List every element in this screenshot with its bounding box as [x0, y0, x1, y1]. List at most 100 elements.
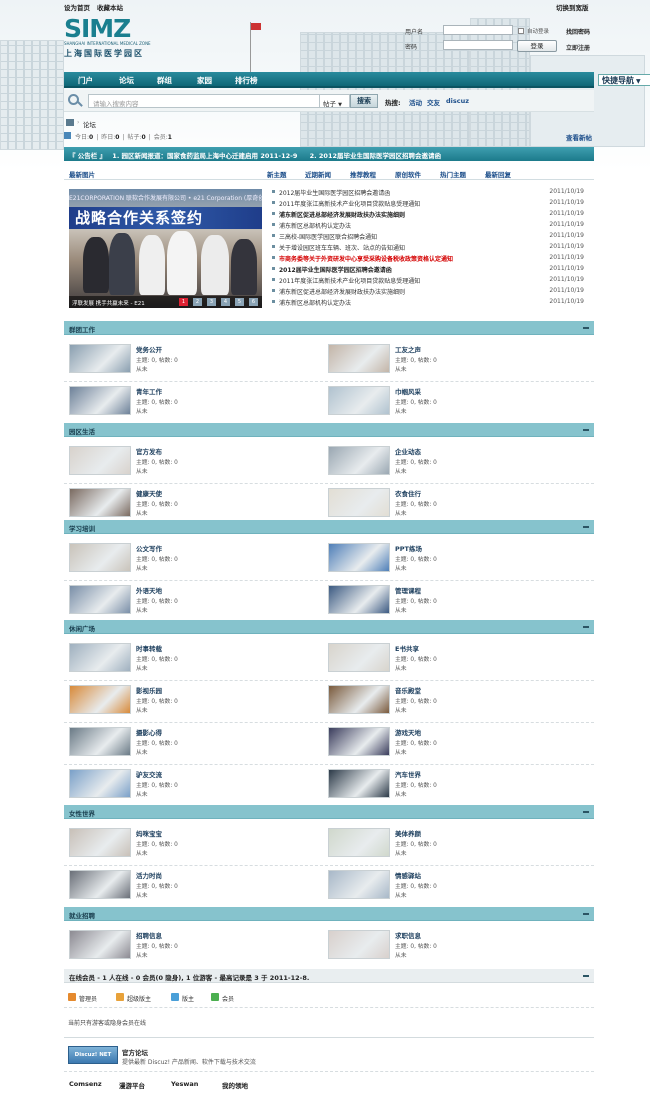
- search-type-select[interactable]: 帖子 ▼: [320, 94, 350, 108]
- forum-thumbnail[interactable]: [69, 643, 131, 672]
- forum-item[interactable]: 驴友交流 主题: 0, 帖数: 0 从未: [69, 769, 309, 801]
- news-title[interactable]: 浦东新区促进总部经济发展财政扶办法实施细则: [279, 287, 405, 296]
- forum-name[interactable]: 求职信息: [395, 930, 421, 940]
- forum-thumbnail[interactable]: [328, 585, 390, 614]
- forum-thumbnail[interactable]: [328, 769, 390, 798]
- section-header[interactable]: 群团工作: [64, 321, 594, 335]
- forum-name[interactable]: 健康天使: [136, 488, 162, 498]
- forum-name[interactable]: 活力时尚: [136, 870, 162, 880]
- forum-item[interactable]: 健康天使 主题: 0, 帖数: 0 从未: [69, 488, 309, 520]
- forum-thumbnail[interactable]: [69, 446, 131, 475]
- tab-software[interactable]: 原创软件: [395, 169, 421, 179]
- slide-page-button[interactable]: 2: [193, 298, 202, 306]
- forum-thumbnail[interactable]: [69, 585, 131, 614]
- slide-page-button[interactable]: 6: [249, 298, 258, 306]
- forum-thumbnail[interactable]: [69, 727, 131, 756]
- discuz-badge[interactable]: Discuz! NET: [68, 1046, 118, 1064]
- forum-thumbnail[interactable]: [69, 870, 131, 899]
- section-header[interactable]: 学习培训: [64, 520, 594, 534]
- forum-name[interactable]: 公文写作: [136, 543, 162, 553]
- hot-search-link[interactable]: 活动: [409, 97, 422, 107]
- tab-new-topics[interactable]: 新主题: [267, 169, 287, 179]
- forum-thumbnail[interactable]: [328, 727, 390, 756]
- news-item[interactable]: 浦东新区总部机构认定办法 2011/10/19: [270, 220, 592, 231]
- news-item[interactable]: 浦东新区总部机构认定办法 2011/10/19: [270, 297, 592, 308]
- news-title[interactable]: 2012届毕业生国际医学园区招聘会邀请函: [279, 188, 390, 197]
- news-title[interactable]: 浦东新区促进总部经济发展财政扶办法实施细则: [279, 210, 405, 219]
- news-title[interactable]: 三高校-国际医学园区联合招聘会通知: [279, 232, 377, 241]
- forum-name[interactable]: 游戏天地: [395, 727, 421, 737]
- forum-name[interactable]: PPT练场: [395, 543, 422, 553]
- news-item[interactable]: 2012届毕业生国际医学园区招聘会邀请函 2011/10/19: [270, 264, 592, 275]
- forum-thumbnail[interactable]: [328, 386, 390, 415]
- collapse-icon[interactable]: [583, 811, 589, 813]
- section-header[interactable]: 就业招聘: [64, 907, 594, 921]
- set-home-link[interactable]: 设为首页: [64, 2, 90, 12]
- site-logo[interactable]: SIMZ SHANGHAI INTERNATIONAL MEDICAL ZONE…: [64, 16, 160, 60]
- forum-item[interactable]: 外语天地 主题: 0, 帖数: 0 从未: [69, 585, 309, 617]
- forum-thumbnail[interactable]: [328, 685, 390, 714]
- footer-link-manyou[interactable]: 漫游平台: [119, 1080, 145, 1090]
- notice-item[interactable]: 1. 园区新闻报道：国家食药监局上海中心迁建启用 2011-12-9: [112, 152, 297, 160]
- slide-page-button[interactable]: 3: [207, 298, 216, 306]
- forum-thumbnail[interactable]: [328, 828, 390, 857]
- forum-item[interactable]: 工友之声 主题: 0, 帖数: 0 从未: [328, 344, 568, 376]
- home-icon[interactable]: [66, 119, 74, 126]
- forum-item[interactable]: 妈咪宝宝 主题: 0, 帖数: 0 从未: [69, 828, 309, 860]
- news-item[interactable]: 市商务委等关于外资研发中心享受采购设备税收政策资格认定通知 2011/10/19: [270, 253, 592, 264]
- slide-page-button[interactable]: 4: [221, 298, 230, 306]
- forum-name[interactable]: 外语天地: [136, 585, 162, 595]
- forum-item[interactable]: 活力时尚 主题: 0, 帖数: 0 从未: [69, 870, 309, 902]
- forum-item[interactable]: 时事转载 主题: 0, 帖数: 0 从未: [69, 643, 309, 675]
- news-item[interactable]: 关于增设园区班车车辆、班次、站点的告知通知 2011/10/19: [270, 242, 592, 253]
- forum-thumbnail[interactable]: [328, 543, 390, 572]
- slide-page-button[interactable]: 5: [235, 298, 244, 306]
- tab-latest-replies[interactable]: 最新回复: [485, 169, 511, 179]
- news-title[interactable]: 关于增设园区班车车辆、班次、站点的告知通知: [279, 243, 405, 252]
- forum-thumbnail[interactable]: [328, 643, 390, 672]
- forum-name[interactable]: 汽车世界: [395, 769, 421, 779]
- nav-item-home[interactable]: 家园: [197, 75, 212, 86]
- footer-link-yeswan[interactable]: Yeswan: [171, 1080, 198, 1088]
- nav-item-portal[interactable]: 门户: [78, 75, 93, 86]
- forum-thumbnail[interactable]: [69, 769, 131, 798]
- forum-thumbnail[interactable]: [69, 685, 131, 714]
- news-title[interactable]: 浦东新区总部机构认定办法: [279, 298, 351, 307]
- forum-thumbnail[interactable]: [69, 828, 131, 857]
- forum-item[interactable]: 音乐殿堂 主题: 0, 帖数: 0 从未: [328, 685, 568, 717]
- quick-nav-button[interactable]: 快捷导航 ▼: [598, 74, 650, 86]
- news-title[interactable]: 浦东新区总部机构认定办法: [279, 221, 351, 230]
- news-item[interactable]: 2011年度张江高新技术产业化项目贷款贴息受理通知 2011/10/19: [270, 275, 592, 286]
- forum-thumbnail[interactable]: [69, 344, 131, 373]
- forum-item[interactable]: 求职信息 主题: 0, 帖数: 0 从未: [328, 930, 568, 962]
- forum-item[interactable]: 招聘信息 主题: 0, 帖数: 0 从未: [69, 930, 309, 962]
- auto-login-checkbox[interactable]: [518, 28, 524, 34]
- forum-item[interactable]: 青年工作 主题: 0, 帖数: 0 从未: [69, 386, 309, 418]
- forum-item[interactable]: 官方发布 主题: 0, 帖数: 0 从未: [69, 446, 309, 478]
- forum-item[interactable]: 衣食住行 主题: 0, 帖数: 0 从未: [328, 488, 568, 520]
- news-title[interactable]: 2011年度张江高新技术产业化项目贷款贴息受理通知: [279, 276, 420, 285]
- news-title[interactable]: 2011年度张江高新技术产业化项目贷款贴息受理通知: [279, 199, 420, 208]
- forum-name[interactable]: E书共享: [395, 643, 419, 653]
- forum-item[interactable]: 情感驿站 主题: 0, 帖数: 0 从未: [328, 870, 568, 902]
- section-header[interactable]: 休闲广场: [64, 620, 594, 634]
- featured-slideshow[interactable]: E21CORPORATION 联软合作发展有限公司 • e21 Corporat…: [69, 189, 262, 308]
- collapse-icon[interactable]: [583, 975, 589, 977]
- tab-latest-pictures[interactable]: 最新图片: [69, 169, 95, 179]
- login-button[interactable]: 登录: [517, 40, 557, 52]
- view-new-posts-link[interactable]: 查看新帖: [566, 132, 592, 142]
- news-item[interactable]: 2012届毕业生国际医学园区招聘会邀请函 2011/10/19: [270, 187, 592, 198]
- section-header[interactable]: 女性世界: [64, 805, 594, 819]
- forum-name[interactable]: 妈咪宝宝: [136, 828, 162, 838]
- hot-search-link[interactable]: discuz: [446, 97, 469, 105]
- forum-item[interactable]: 汽车世界 主题: 0, 帖数: 0 从未: [328, 769, 568, 801]
- forum-thumbnail[interactable]: [69, 930, 131, 959]
- switch-style-link[interactable]: 切换到宽版: [556, 2, 589, 12]
- bookmark-link[interactable]: 收藏本站: [97, 2, 123, 12]
- forum-name[interactable]: 企业动态: [395, 446, 421, 456]
- forum-name[interactable]: 党务公开: [136, 344, 162, 354]
- tab-recent-news[interactable]: 近期新闻: [305, 169, 331, 179]
- forum-name[interactable]: 官方发布: [136, 446, 162, 456]
- tab-tutorials[interactable]: 推荐教程: [350, 169, 376, 179]
- forum-item[interactable]: E书共享 主题: 0, 帖数: 0 从未: [328, 643, 568, 675]
